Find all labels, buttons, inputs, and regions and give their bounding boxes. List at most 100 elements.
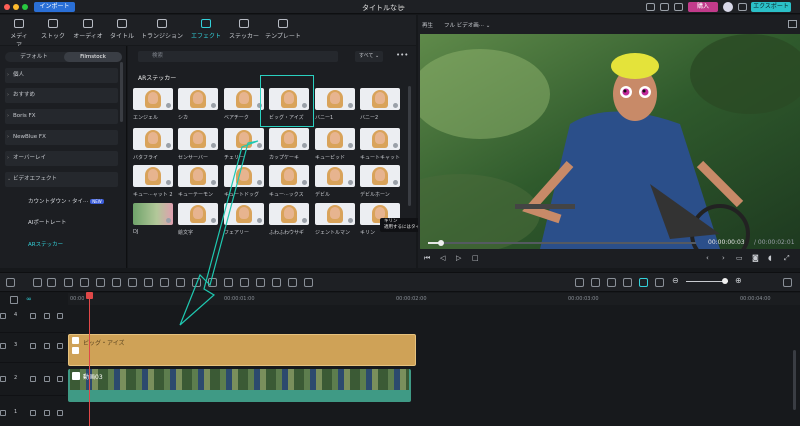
stop-icon[interactable]: □	[472, 254, 479, 262]
download-icon[interactable]	[348, 180, 353, 185]
volume-icon[interactable]: ◖	[768, 254, 772, 262]
undo-icon[interactable]	[33, 278, 42, 287]
zoom-in-icon[interactable]: ⊕	[735, 276, 742, 285]
eye-icon[interactable]	[57, 376, 63, 382]
buy-button[interactable]: 購入	[688, 2, 718, 12]
list-icon[interactable]	[623, 278, 632, 287]
tab-transitions[interactable]: トランジション	[140, 19, 184, 40]
sticker-thumbnail[interactable]	[360, 165, 400, 187]
tab-audio[interactable]: オーディオ	[72, 19, 104, 40]
frame-back-icon[interactable]: ◁	[440, 254, 445, 262]
speaker-icon[interactable]	[44, 376, 50, 382]
sticker-thumbnail[interactable]	[315, 203, 355, 225]
shield-icon[interactable]	[591, 278, 600, 287]
prev-marker-icon[interactable]: ‹	[706, 254, 709, 262]
fullscreen-icon[interactable]: ⤢	[784, 254, 790, 263]
speaker-icon[interactable]	[44, 410, 50, 416]
search-input[interactable]: 検索	[138, 51, 338, 62]
export-button[interactable]: エクスポート	[751, 2, 791, 12]
zoom-clip-icon[interactable]	[144, 278, 153, 287]
track-type-icon[interactable]	[0, 410, 6, 416]
sticker-thumbnail[interactable]	[315, 165, 355, 187]
download-icon[interactable]	[393, 143, 398, 148]
sidebar-item-personal[interactable]: › 個人	[5, 68, 118, 83]
grid-icon[interactable]	[738, 3, 747, 11]
lock-icon[interactable]	[30, 410, 36, 416]
transform-icon[interactable]	[288, 278, 297, 287]
lock-icon[interactable]	[30, 313, 36, 319]
display-icon[interactable]: ▭	[736, 254, 743, 262]
filmstock-library-button[interactable]: Filmstock	[64, 52, 122, 62]
microphone-icon[interactable]	[607, 278, 616, 287]
sticker-thumbnail[interactable]	[360, 128, 400, 150]
playback-progress-track[interactable]	[428, 242, 696, 244]
lock-icon[interactable]	[30, 343, 36, 349]
link-icon[interactable]: ∞	[26, 295, 32, 303]
tab-stock[interactable]: ストック	[40, 19, 66, 40]
download-icon[interactable]	[302, 218, 307, 223]
download-icon[interactable]	[348, 143, 353, 148]
timeline-grid-icon[interactable]	[783, 278, 792, 287]
text-icon[interactable]	[112, 278, 121, 287]
disable-icon[interactable]	[96, 278, 105, 287]
sidebar-item-recommended[interactable]: › おすすめ	[5, 88, 118, 103]
speed-icon[interactable]	[160, 278, 169, 287]
tab-templates[interactable]: テンプレート	[264, 19, 302, 40]
play-icon[interactable]: ▷	[456, 254, 461, 262]
import-button[interactable]: インポート	[34, 2, 75, 12]
speaker-icon[interactable]	[44, 313, 50, 319]
headset-icon[interactable]	[674, 3, 683, 11]
render-icon[interactable]	[575, 278, 584, 287]
sticker-thumbnail[interactable]	[315, 128, 355, 150]
layout-grid-icon[interactable]	[6, 278, 15, 287]
scissors-icon[interactable]	[80, 278, 89, 287]
zoom-window-button[interactable]	[22, 4, 28, 10]
tab-stickers[interactable]: ステッカー	[228, 19, 260, 40]
sidebar-scrollbar[interactable]	[120, 62, 123, 122]
lightbulb-icon[interactable]	[646, 3, 655, 11]
redo-icon[interactable]	[47, 278, 56, 287]
sticker-thumbnail[interactable]	[269, 165, 309, 187]
zoom-out-icon[interactable]: ⊖	[672, 276, 679, 285]
download-icon[interactable]	[166, 103, 171, 108]
download-icon[interactable]	[348, 103, 353, 108]
default-library-button[interactable]: デフォルト	[5, 52, 63, 62]
eye-icon[interactable]	[57, 313, 63, 319]
step-back-icon[interactable]: ⏮	[424, 254, 430, 263]
stabilize-icon[interactable]	[272, 278, 281, 287]
lock-icon[interactable]	[30, 376, 36, 382]
track-type-icon[interactable]	[0, 343, 6, 349]
tab-effects[interactable]: エフェクト	[189, 19, 223, 40]
sticker-thumbnail[interactable]	[269, 128, 309, 150]
sidebar-sub-ai-portrait[interactable]: AIポートレート	[28, 218, 66, 226]
close-window-button[interactable]	[4, 4, 10, 10]
snapshot-icon[interactable]	[788, 20, 797, 28]
sticker-thumbnail[interactable]	[133, 203, 173, 225]
sidebar-item-overlay[interactable]: › オーバーレイ	[5, 151, 118, 166]
avatar[interactable]	[723, 2, 733, 12]
zoom-slider-handle[interactable]	[722, 278, 728, 284]
speaker-icon[interactable]	[44, 343, 50, 349]
sidebar-item-newblue-fx[interactable]: › NewBlue FX	[5, 130, 118, 145]
playhead[interactable]	[89, 292, 90, 426]
sticker-thumbnail[interactable]	[315, 88, 355, 110]
filter-dropdown[interactable]: すべて ⌄	[355, 51, 383, 62]
sidebar-sub-ar-stickers[interactable]: ARステッカー	[28, 240, 63, 248]
eye-icon[interactable]	[57, 343, 63, 349]
cloud-status-icon[interactable]: ☁	[398, 2, 405, 10]
minimize-window-button[interactable]	[13, 4, 19, 10]
sticker-thumbnail[interactable]	[133, 88, 173, 110]
content-scrollbar[interactable]	[408, 86, 411, 206]
download-icon[interactable]	[393, 180, 398, 185]
download-icon[interactable]	[302, 143, 307, 148]
sticker-thumbnail[interactable]	[224, 88, 264, 110]
track-type-icon[interactable]	[0, 313, 6, 319]
crop-icon[interactable]	[128, 278, 137, 287]
more-options-button[interactable]: •••	[396, 51, 408, 59]
delete-icon[interactable]	[64, 278, 73, 287]
quality-dropdown[interactable]: フル ビデオ画··· ⌄	[444, 21, 490, 29]
camera-icon[interactable]: ◙	[752, 254, 759, 262]
cloud-icon[interactable]	[660, 3, 669, 11]
download-icon[interactable]	[302, 180, 307, 185]
sidebar-item-video-effects[interactable]: ⌄ ビデオエフェクト	[5, 172, 118, 187]
